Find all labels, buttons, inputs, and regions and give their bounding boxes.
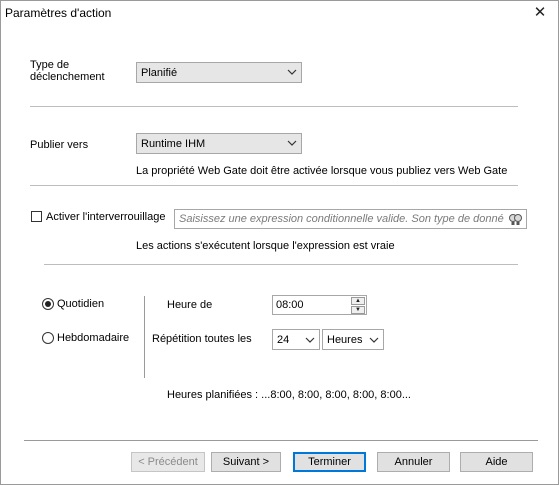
repeat-every-label: Répétition toutes les: [152, 333, 252, 345]
cancel-button[interactable]: Annuler: [377, 452, 450, 472]
repeat-unit-select[interactable]: Heures: [322, 329, 384, 350]
divider: [30, 106, 518, 107]
repeat-interval-select[interactable]: 24: [272, 329, 320, 350]
trigger-type-select[interactable]: Planifié: [136, 62, 302, 83]
interlock-note: Les actions s'exécutent lorsque l'expres…: [136, 240, 395, 252]
time-spinner[interactable]: ▲ ▼: [351, 297, 365, 315]
divider: [30, 185, 518, 186]
spinner-up-icon[interactable]: ▲: [351, 297, 365, 305]
weekly-radio[interactable]: [42, 332, 54, 344]
vertical-separator: [144, 296, 145, 378]
divider: [24, 440, 538, 441]
trigger-type-label: Type de déclenchement: [30, 59, 105, 83]
previous-button[interactable]: < Précédent: [131, 452, 205, 472]
help-button[interactable]: Aide: [460, 452, 533, 472]
finish-button[interactable]: Terminer: [293, 452, 366, 472]
web-gate-note: La propriété Web Gate doit être activée …: [136, 165, 508, 177]
start-time-value: 08:00: [276, 299, 304, 311]
chevron-down-icon: [369, 337, 379, 343]
chevron-down-icon: [305, 337, 315, 343]
window-title: Paramètres d'action: [5, 6, 112, 20]
close-icon[interactable]: ✕: [530, 4, 550, 22]
start-time-label: Heure de: [167, 299, 213, 311]
trigger-type-value: Planifié: [141, 67, 178, 79]
chevron-down-icon: [287, 140, 297, 146]
interlock-checkbox[interactable]: [31, 211, 42, 222]
condition-expression-input[interactable]: Saisissez une expression conditionnelle …: [174, 209, 527, 229]
spinner-down-icon[interactable]: ▼: [351, 306, 365, 314]
publish-to-value: Runtime IHM: [141, 138, 206, 150]
next-button[interactable]: Suivant >: [211, 452, 281, 472]
chevron-down-icon: [287, 69, 297, 75]
start-time-input[interactable]: 08:00 ▲ ▼: [272, 295, 367, 315]
radio-selected-dot: [45, 301, 51, 307]
daily-radio[interactable]: [42, 298, 54, 310]
weekly-radio-label[interactable]: Hebdomadaire: [57, 332, 129, 344]
divider: [44, 264, 518, 265]
expression-builder-icon[interactable]: [508, 212, 523, 227]
daily-radio-label[interactable]: Quotidien: [57, 298, 104, 310]
publish-to-select[interactable]: Runtime IHM: [136, 133, 302, 154]
planned-times-text: Heures planifiées : ...8:00, 8:00, 8:00,…: [167, 389, 411, 401]
publish-to-label: Publier vers: [30, 139, 89, 151]
interlock-checkbox-label[interactable]: Activer l'interverrouillage: [46, 211, 165, 223]
condition-expression-placeholder: Saisissez une expression conditionnelle …: [179, 213, 504, 225]
repeat-unit-value: Heures: [327, 334, 363, 346]
repeat-interval-value: 24: [277, 334, 290, 346]
